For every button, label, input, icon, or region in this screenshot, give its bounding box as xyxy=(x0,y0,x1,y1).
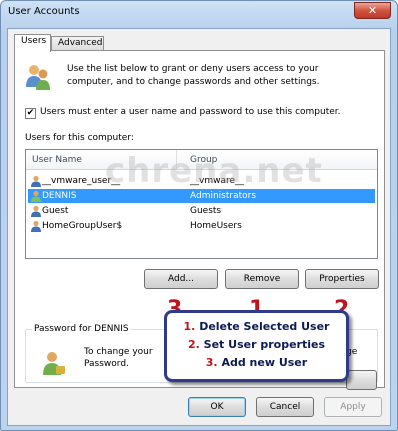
remove-user-button[interactable]: Remove xyxy=(225,269,299,289)
user-password-icon xyxy=(43,352,65,375)
close-icon: ✕ xyxy=(367,4,378,17)
window-title: User Accounts xyxy=(8,6,80,17)
user-name: __vmware_user__ xyxy=(42,176,121,186)
ok-button[interactable]: OK xyxy=(188,397,246,417)
callout-line-1-number: 1. xyxy=(183,320,196,333)
callout-line-3-text: Add new User xyxy=(217,356,308,369)
tab-users[interactable]: Users xyxy=(14,34,51,52)
users-list-caption: Users for this computer: xyxy=(25,133,134,143)
user-group: __vmware__ xyxy=(190,176,245,186)
password-description-line1: To change your pas xyxy=(84,347,154,357)
require-login-label: Users must enter a user name and passwor… xyxy=(40,107,341,117)
user-group: HomeUsers xyxy=(190,221,242,231)
password-group-title: Password for DENNIS xyxy=(32,324,131,334)
user-group: Guests xyxy=(190,206,222,216)
tab-advanced[interactable]: Advanced xyxy=(51,36,104,51)
properties-button[interactable]: Properties xyxy=(305,269,379,289)
user-icon xyxy=(31,190,41,202)
user-accounts-window: User Accounts ✕ Users Advanced Use the l… xyxy=(0,0,398,431)
user-row-homegroupuser[interactable]: HomeGroupUser$ HomeUsers xyxy=(28,219,375,233)
intro-text: Use the list below to grant or deny user… xyxy=(67,64,320,87)
user-name: DENNIS xyxy=(42,191,77,201)
password-description-line2: Password. xyxy=(84,359,129,369)
add-user-button[interactable]: Add... xyxy=(144,269,218,289)
user-group: Administrators xyxy=(190,191,257,201)
user-icon xyxy=(31,220,41,232)
column-header-user-name[interactable]: User Name xyxy=(32,155,82,165)
password-description: To change your pas Password. xyxy=(84,346,154,370)
callout-line-1: 1. Delete Selected User xyxy=(167,320,346,333)
column-separator[interactable] xyxy=(176,150,177,170)
title-bar[interactable]: User Accounts ✕ xyxy=(1,1,397,23)
callout-line-2-number: 2. xyxy=(188,338,200,351)
user-row-dennis[interactable]: DENNIS Administrators xyxy=(28,189,375,203)
user-name: HomeGroupUser$ xyxy=(42,221,123,231)
user-row-guest[interactable]: Guest Guests xyxy=(28,204,375,218)
users-list-header: User Name Group xyxy=(26,150,377,170)
apply-button[interactable]: Apply xyxy=(324,397,382,417)
callout-line-2-text: Set User properties xyxy=(199,338,325,351)
column-header-group[interactable]: Group xyxy=(190,155,217,165)
reset-password-button[interactable] xyxy=(346,370,377,390)
callout-line-2: 2. Set User properties xyxy=(167,338,346,351)
user-icon xyxy=(31,205,41,217)
callout-line-3: 3. Add new User xyxy=(167,356,346,369)
user-icon xyxy=(31,175,41,187)
callout-line-1-text: Delete Selected User xyxy=(195,320,330,333)
require-login-checkbox[interactable]: ✔ xyxy=(25,108,36,119)
cancel-button[interactable]: Cancel xyxy=(256,397,314,417)
callout-line-3-number: 3. xyxy=(205,356,218,369)
users-group-icon xyxy=(26,65,50,90)
close-button[interactable]: ✕ xyxy=(354,2,391,19)
annotation-callout: 1. Delete Selected User 2. Set User prop… xyxy=(164,310,349,382)
users-list[interactable]: User Name Group __vmware_user__ __vmware… xyxy=(25,149,378,259)
user-row-vmware[interactable]: __vmware_user__ __vmware__ xyxy=(28,174,375,188)
user-name: Guest xyxy=(42,206,69,216)
